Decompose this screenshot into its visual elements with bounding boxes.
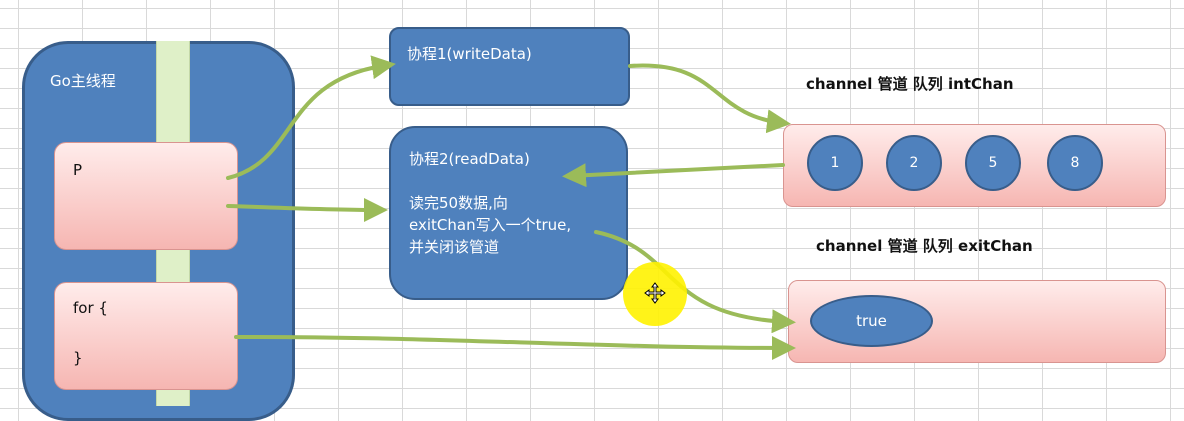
arrow-intchan-to-read	[562, 163, 785, 188]
arrow-for-to-exitchan	[234, 334, 796, 360]
arrow-p-to-write	[226, 55, 396, 180]
arrow-p-to-read	[226, 197, 388, 222]
flow-arrows	[226, 55, 796, 360]
arrow-write-to-intchan	[628, 63, 791, 134]
arrow-read-to-exitchan	[594, 230, 796, 334]
move-cursor-icon	[644, 282, 666, 304]
